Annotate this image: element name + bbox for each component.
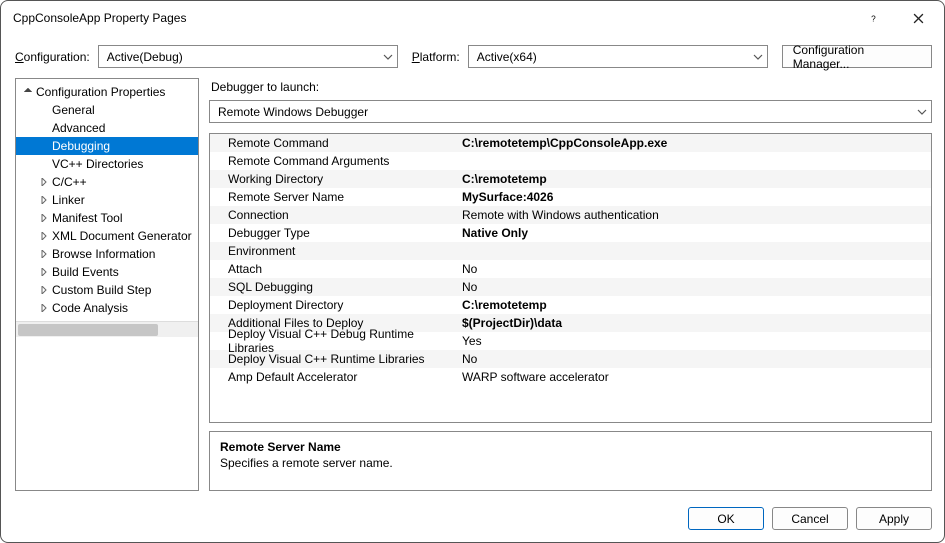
configuration-dropdown[interactable]: Active(Debug) (98, 45, 398, 68)
property-pages-window: CppConsoleApp Property Pages ? Configura… (0, 0, 945, 543)
property-label: Deploy Visual C++ Runtime Libraries (210, 352, 458, 366)
expander-closed-icon[interactable] (38, 304, 50, 312)
tree-item[interactable]: Custom Build Step (16, 281, 199, 299)
configuration-value: Active(Debug) (107, 50, 183, 64)
property-row[interactable]: AttachNo (210, 260, 931, 278)
property-label: Debugger Type (210, 226, 458, 240)
property-row[interactable]: Remote Server NameMySurface:4026 (210, 188, 931, 206)
window-title: CppConsoleApp Property Pages (13, 11, 186, 25)
tree-root[interactable]: Configuration Properties (16, 83, 199, 101)
property-label: Working Directory (210, 172, 458, 186)
help-icon: ? (869, 13, 880, 24)
property-label: Attach (210, 262, 458, 276)
expander-closed-icon[interactable] (38, 196, 50, 204)
titlebar: CppConsoleApp Property Pages ? (1, 1, 944, 35)
tree: Configuration PropertiesGeneralAdvancedD… (16, 79, 199, 321)
property-label: Remote Server Name (210, 190, 458, 204)
property-value[interactable]: C:\remotetemp\CppConsoleApp.exe (458, 136, 931, 150)
property-row[interactable]: Environment (210, 242, 931, 260)
property-label: SQL Debugging (210, 280, 458, 294)
help-button[interactable]: ? (862, 6, 886, 30)
tree-item[interactable]: Build Events (16, 263, 199, 281)
expander-closed-icon[interactable] (38, 268, 50, 276)
property-value[interactable]: Native Only (458, 226, 931, 240)
apply-button[interactable]: Apply (856, 507, 932, 530)
property-grid[interactable]: Remote CommandC:\remotetemp\CppConsoleAp… (209, 133, 932, 423)
property-value[interactable]: C:\remotetemp (458, 172, 931, 186)
expander-closed-icon[interactable] (38, 214, 50, 222)
right-panel: Debugger to launch: Remote Windows Debug… (209, 78, 932, 491)
svg-text:?: ? (871, 14, 876, 23)
property-label: Deployment Directory (210, 298, 458, 312)
property-value[interactable]: C:\remotetemp (458, 298, 931, 312)
expander-closed-icon[interactable] (38, 178, 50, 186)
tree-scrollbar[interactable] (16, 321, 198, 337)
tree-item[interactable]: Linker (16, 191, 199, 209)
expander-open-icon[interactable] (22, 88, 34, 96)
tree-item[interactable]: Advanced (16, 119, 199, 137)
ok-button[interactable]: OK (688, 507, 764, 530)
configuration-label: Configuration: (15, 50, 90, 64)
tree-item[interactable]: General (16, 101, 199, 119)
configuration-row: Configuration: Active(Debug) Platform: A… (1, 35, 944, 78)
configuration-manager-button[interactable]: Configuration Manager... (782, 45, 932, 68)
property-value[interactable]: $(ProjectDir)\data (458, 316, 931, 330)
close-icon (913, 13, 924, 24)
property-row[interactable]: Debugger TypeNative Only (210, 224, 931, 242)
property-row[interactable]: Deploy Visual C++ Runtime LibrariesNo (210, 350, 931, 368)
property-value[interactable]: Remote with Windows authentication (458, 208, 931, 222)
chevron-down-icon (383, 52, 393, 62)
expander-closed-icon[interactable] (38, 286, 50, 294)
titlebar-buttons: ? (862, 6, 936, 30)
property-value[interactable]: WARP software accelerator (458, 370, 931, 384)
debugger-launch-value: Remote Windows Debugger (218, 105, 368, 119)
description-body: Specifies a remote server name. (220, 456, 921, 470)
platform-value: Active(x64) (477, 50, 537, 64)
tree-item[interactable]: VC++ Directories (16, 155, 199, 173)
property-value[interactable]: Yes (458, 334, 931, 348)
property-row[interactable]: Deploy Visual C++ Debug Runtime Librarie… (210, 332, 931, 350)
property-value[interactable]: No (458, 352, 931, 366)
platform-label: Platform: (412, 50, 460, 64)
property-row[interactable]: Remote CommandC:\remotetemp\CppConsoleAp… (210, 134, 931, 152)
debugger-launch-label: Debugger to launch: (209, 78, 932, 100)
property-label: Amp Default Accelerator (210, 370, 458, 384)
property-label: Deploy Visual C++ Debug Runtime Librarie… (210, 327, 458, 355)
expander-closed-icon[interactable] (38, 232, 50, 240)
property-row[interactable]: ConnectionRemote with Windows authentica… (210, 206, 931, 224)
body: Configuration PropertiesGeneralAdvancedD… (1, 78, 944, 499)
tree-panel[interactable]: Configuration PropertiesGeneralAdvancedD… (15, 78, 199, 491)
tree-item[interactable]: XML Document Generator (16, 227, 199, 245)
scrollbar-thumb[interactable] (18, 324, 158, 336)
footer: OK Cancel Apply (1, 499, 944, 542)
property-value[interactable]: No (458, 280, 931, 294)
tree-item[interactable]: C/C++ (16, 173, 199, 191)
property-row[interactable]: Working DirectoryC:\remotetemp (210, 170, 931, 188)
property-row[interactable]: Amp Default AcceleratorWARP software acc… (210, 368, 931, 386)
tree-item[interactable]: Browse Information (16, 245, 199, 263)
tree-item[interactable]: Debugging (16, 137, 199, 155)
tree-item[interactable]: Code Analysis (16, 299, 199, 317)
property-row[interactable]: Deployment DirectoryC:\remotetemp (210, 296, 931, 314)
chevron-down-icon (917, 107, 927, 117)
property-label: Environment (210, 244, 458, 258)
close-button[interactable] (906, 6, 930, 30)
expander-closed-icon[interactable] (38, 250, 50, 258)
platform-dropdown[interactable]: Active(x64) (468, 45, 768, 68)
description-panel: Remote Server Name Specifies a remote se… (209, 431, 932, 491)
property-value[interactable]: No (458, 262, 931, 276)
property-label: Connection (210, 208, 458, 222)
property-label: Remote Command (210, 136, 458, 150)
property-row[interactable]: SQL DebuggingNo (210, 278, 931, 296)
property-value[interactable]: MySurface:4026 (458, 190, 931, 204)
chevron-down-icon (753, 52, 763, 62)
property-label: Remote Command Arguments (210, 154, 458, 168)
cancel-button[interactable]: Cancel (772, 507, 848, 530)
property-row[interactable]: Remote Command Arguments (210, 152, 931, 170)
debugger-launch-dropdown[interactable]: Remote Windows Debugger (209, 100, 932, 123)
tree-item[interactable]: Manifest Tool (16, 209, 199, 227)
description-title: Remote Server Name (220, 440, 921, 454)
